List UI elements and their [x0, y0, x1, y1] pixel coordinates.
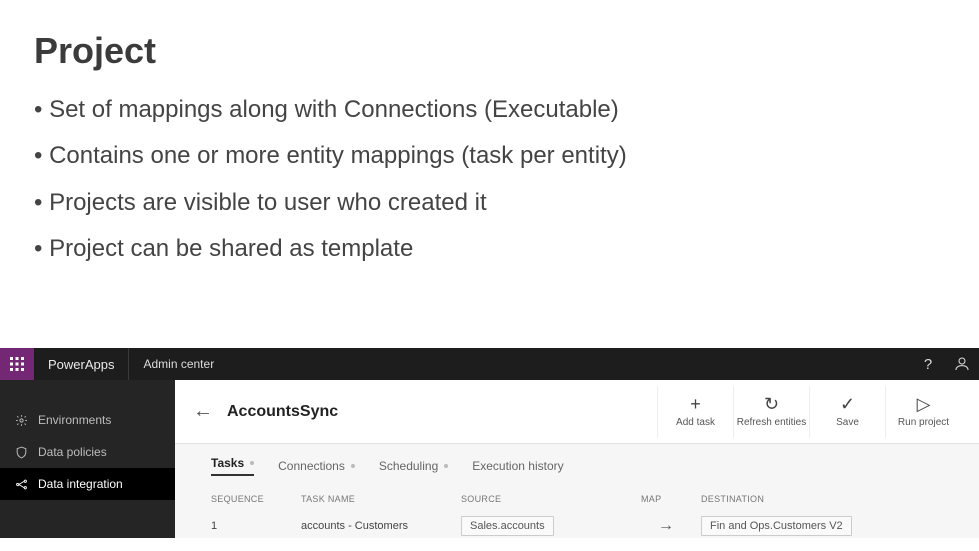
col-header: DESTINATION	[701, 494, 881, 504]
col-header: SOURCE	[461, 494, 631, 504]
add-task-button[interactable]: + Add task	[657, 386, 733, 438]
play-icon: ▷	[917, 395, 931, 413]
dot-icon	[250, 461, 254, 465]
waffle-icon[interactable]	[0, 348, 34, 380]
action-label: Run project	[898, 417, 949, 428]
tab-label: Tasks	[211, 456, 244, 470]
help-icon[interactable]: ?	[911, 348, 945, 380]
arrow-icon: →	[641, 517, 691, 535]
table-row[interactable]: 1 accounts - Customers Sales.accounts → …	[211, 508, 943, 544]
refresh-entities-button[interactable]: ↻ Refresh entities	[733, 386, 809, 438]
action-label: Add task	[676, 417, 715, 428]
bullet-item: Projects are visible to user who created…	[34, 187, 945, 219]
cell-task-name: accounts - Customers	[301, 520, 451, 532]
action-label: Refresh entities	[737, 417, 806, 428]
shield-icon	[14, 445, 28, 459]
save-button[interactable]: ✓ Save	[809, 386, 885, 438]
slide-title: Project	[34, 30, 945, 72]
tab-label: Execution history	[472, 459, 563, 473]
col-header: SEQUENCE	[211, 494, 291, 504]
run-project-button[interactable]: ▷ Run project	[885, 386, 961, 438]
action-label: Save	[836, 417, 859, 428]
check-icon: ✓	[840, 395, 855, 413]
project-title: AccountsSync	[227, 403, 338, 421]
plus-icon: +	[690, 395, 701, 413]
slide-region: Project Set of mappings along with Conne…	[0, 0, 979, 266]
table-header: SEQUENCE TASK NAME SOURCE MAP DESTINATIO…	[211, 490, 943, 508]
sidebar-item-environments[interactable]: Environments	[0, 404, 175, 436]
brand-label[interactable]: PowerApps	[34, 348, 129, 380]
section-label[interactable]: Admin center	[129, 357, 228, 371]
app-screenshot: PowerApps Admin center ? Environments Da…	[0, 348, 979, 538]
tab-scheduling[interactable]: Scheduling	[379, 456, 448, 476]
dot-icon	[351, 464, 355, 468]
gear-icon	[14, 413, 28, 427]
bullet-list: Set of mappings along with Connections (…	[34, 94, 945, 266]
tasks-table: SEQUENCE TASK NAME SOURCE MAP DESTINATIO…	[175, 484, 979, 544]
refresh-icon: ↻	[764, 395, 779, 413]
source-chip[interactable]: Sales.accounts	[461, 516, 554, 536]
sidebar-item-data-integration[interactable]: Data integration	[0, 468, 175, 500]
tab-label: Connections	[278, 459, 345, 473]
cell-sequence: 1	[211, 520, 291, 532]
bullet-item: Project can be shared as template	[34, 233, 945, 265]
integration-icon	[14, 477, 28, 491]
bullet-item: Contains one or more entity mappings (ta…	[34, 140, 945, 172]
tab-connections[interactable]: Connections	[278, 456, 355, 476]
col-header: MAP	[641, 494, 691, 504]
back-button[interactable]: ←	[193, 400, 213, 423]
tab-bar: Tasks Connections Scheduling Execution h…	[175, 444, 979, 484]
top-bar: PowerApps Admin center ?	[0, 348, 979, 380]
tab-label: Scheduling	[379, 459, 438, 473]
destination-chip[interactable]: Fin and Ops.Customers V2	[701, 516, 852, 536]
sidebar-item-label: Environments	[38, 413, 111, 427]
dot-icon	[444, 464, 448, 468]
user-avatar-icon[interactable]	[945, 348, 979, 380]
tab-execution-history[interactable]: Execution history	[472, 456, 563, 476]
sidebar-item-label: Data integration	[38, 477, 123, 491]
tab-tasks[interactable]: Tasks	[211, 456, 254, 476]
sidebar-item-data-policies[interactable]: Data policies	[0, 436, 175, 468]
sidebar: Environments Data policies Data integrat…	[0, 380, 175, 538]
main-panel: ← AccountsSync + Add task ↻ Refresh enti…	[175, 380, 979, 538]
col-header: TASK NAME	[301, 494, 451, 504]
action-bar: ← AccountsSync + Add task ↻ Refresh enti…	[175, 380, 979, 444]
sidebar-item-label: Data policies	[38, 445, 107, 459]
bullet-item: Set of mappings along with Connections (…	[34, 94, 945, 126]
